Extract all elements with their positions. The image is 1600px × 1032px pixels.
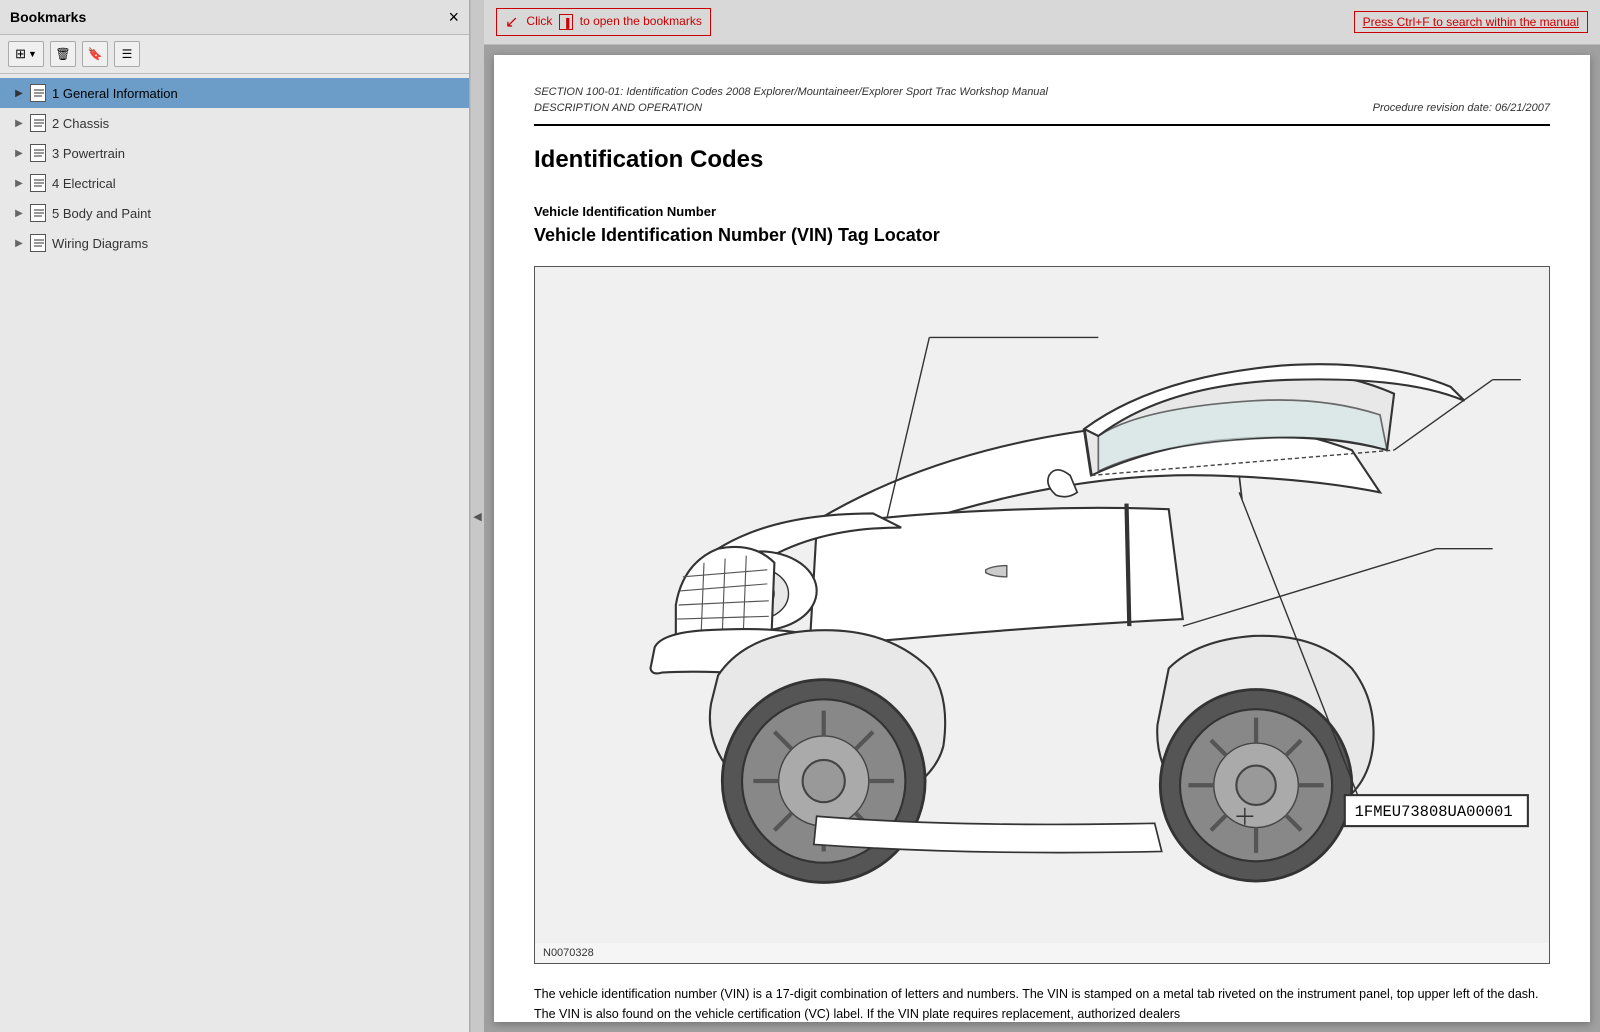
bookmark-page-icon bbox=[30, 174, 46, 192]
bookmark-item-label: 2 Chassis bbox=[52, 116, 109, 131]
chevron-icon: ▶ bbox=[12, 176, 26, 190]
bookmark-save-icon: 🔖 bbox=[88, 47, 103, 61]
bookmark-menu-dropdown[interactable]: ⊞ ▼ bbox=[8, 41, 44, 67]
close-sidebar-button[interactable]: × bbox=[448, 8, 459, 26]
bookmark-page-icon bbox=[30, 114, 46, 132]
section-subheader: DESCRIPTION AND OPERATION Procedure revi… bbox=[534, 102, 1550, 114]
collapse-sidebar-handle[interactable]: ◀ bbox=[470, 0, 484, 1032]
bookmark-item-label: Wiring Diagrams bbox=[52, 236, 148, 251]
hint-arrow-icon: ↙ bbox=[505, 12, 518, 32]
sidebar-item-3-powertrain[interactable]: ▶ 3 Powertrain bbox=[0, 138, 469, 168]
hint-left-text: Click ▐ to open the bookmarks bbox=[526, 14, 701, 30]
bookmark-grid-icon: ⊞ bbox=[15, 46, 26, 62]
main-content: ↙ Click ▐ to open the bookmarks Press Ct… bbox=[484, 0, 1600, 1032]
procedure-date: Procedure revision date: 06/21/2007 bbox=[1373, 102, 1550, 114]
section-header: SECTION 100-01: Identification Codes 200… bbox=[534, 85, 1550, 100]
svg-text:1FMEU73808UA00001: 1FMEU73808UA00001 bbox=[1355, 804, 1513, 822]
expand-icon: ☰ bbox=[122, 47, 133, 61]
bookmark-page-icon bbox=[30, 84, 46, 102]
chevron-icon: ▶ bbox=[12, 116, 26, 130]
bookmark-page-icon bbox=[30, 234, 46, 252]
dropdown-arrow-icon: ▼ bbox=[28, 49, 37, 59]
bookmark-page-icon bbox=[30, 144, 46, 162]
sidebar-item-1-general-information[interactable]: ▶ 1 General Information bbox=[0, 78, 469, 108]
diagram-figure-number: N0070328 bbox=[535, 943, 1549, 963]
sidebar-item-5-body-and-paint[interactable]: ▶ 5 Body and Paint bbox=[0, 198, 469, 228]
document-body-text: The vehicle identification number (VIN) … bbox=[534, 984, 1550, 1022]
document-area: SECTION 100-01: Identification Codes 200… bbox=[494, 55, 1590, 1022]
delete-bookmark-button[interactable]: 🗑 bbox=[50, 41, 76, 67]
sidebar-item-2-chassis[interactable]: ▶ 2 Chassis bbox=[0, 108, 469, 138]
sidebar-header: Bookmarks × bbox=[0, 0, 469, 35]
collapse-arrow-icon: ◀ bbox=[473, 510, 481, 523]
bookmark-page-icon bbox=[30, 204, 46, 222]
vin-diagram-svg: 1FMEU73808UA00001 bbox=[535, 267, 1549, 943]
open-bookmarks-hint: ↙ Click ▐ to open the bookmarks bbox=[496, 8, 711, 36]
vin-section-title: Vehicle Identification Number (VIN) Tag … bbox=[534, 225, 1550, 246]
bookmark-list: ▶ 1 General Information▶ 2 Chassis▶ 3 Po… bbox=[0, 74, 469, 1032]
save-bookmark-button[interactable]: 🔖 bbox=[82, 41, 108, 67]
trash-icon: 🗑 bbox=[55, 47, 70, 61]
search-hint: Press Ctrl+F to search within the manual bbox=[1354, 11, 1588, 33]
bookmark-item-label: 4 Electrical bbox=[52, 176, 116, 191]
sidebar-item-wiring-diagrams[interactable]: ▶ Wiring Diagrams bbox=[0, 228, 469, 258]
chevron-icon: ▶ bbox=[12, 236, 26, 250]
vin-subtitle: Vehicle Identification Number bbox=[534, 204, 1550, 219]
section-divider bbox=[534, 124, 1550, 126]
expand-bookmark-button[interactable]: ☰ bbox=[114, 41, 140, 67]
vin-diagram-container: 1FMEU73808UA00001 N0070328 bbox=[534, 266, 1550, 964]
chevron-icon: ▶ bbox=[12, 146, 26, 160]
sidebar-item-4-electrical[interactable]: ▶ 4 Electrical bbox=[0, 168, 469, 198]
bookmark-item-label: 1 General Information bbox=[52, 86, 178, 101]
bookmark-item-label: 3 Powertrain bbox=[52, 146, 125, 161]
sidebar: Bookmarks × ⊞ ▼ 🗑 🔖 ☰ ▶ 1 General Inform… bbox=[0, 0, 470, 1032]
sidebar-title: Bookmarks bbox=[10, 9, 86, 25]
top-bar: ↙ Click ▐ to open the bookmarks Press Ct… bbox=[484, 0, 1600, 45]
sidebar-toolbar: ⊞ ▼ 🗑 🔖 ☰ bbox=[0, 35, 469, 74]
bookmark-item-label: 5 Body and Paint bbox=[52, 206, 151, 221]
chevron-icon: ▶ bbox=[12, 206, 26, 220]
chevron-icon: ▶ bbox=[12, 86, 26, 100]
main-title: Identification Codes bbox=[534, 146, 1550, 174]
description-label: DESCRIPTION AND OPERATION bbox=[534, 102, 702, 114]
